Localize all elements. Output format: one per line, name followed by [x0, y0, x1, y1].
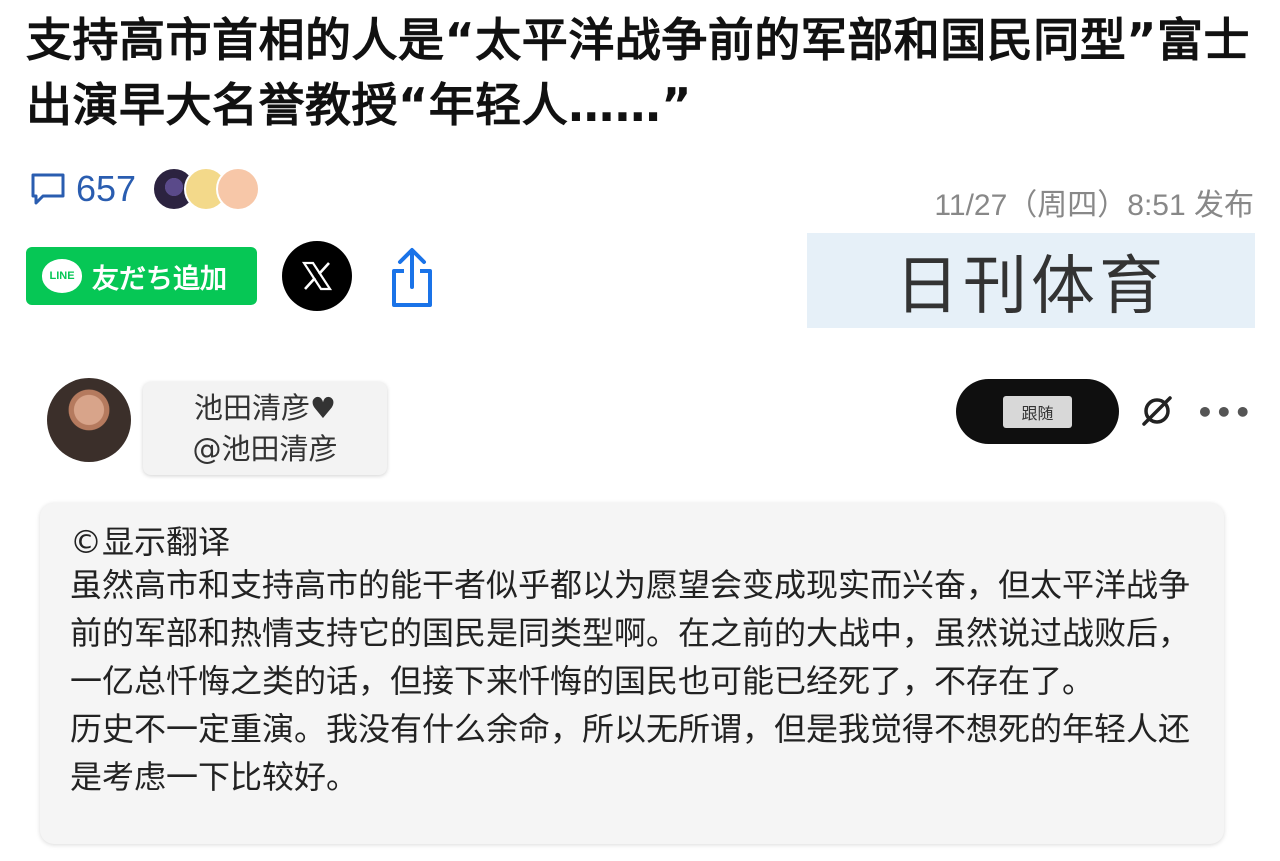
tweet-body: ©显示翻译 虽然高市和支持高市的能干者似乎都以为愿望会变成现实而兴奋，但太平洋战… [40, 503, 1224, 844]
grok-slash-icon[interactable] [1138, 392, 1176, 430]
x-share-button[interactable] [282, 241, 352, 311]
comment-count[interactable]: 657 [76, 168, 136, 210]
line-add-friend-button[interactable]: LINE 友だち追加 [26, 247, 257, 305]
reaction-avatars[interactable] [152, 167, 261, 211]
line-button-label: 友だち追加 [92, 263, 227, 295]
article-meta: 657 [28, 163, 261, 215]
avatar[interactable] [47, 378, 131, 462]
tweet-author[interactable]: 池田清彦♥ @池田清彦 [143, 382, 387, 475]
show-translation-label[interactable]: ©显示翻译 [70, 517, 230, 563]
display-name: 池田清彦♥ [194, 390, 336, 425]
tweet-text: 虽然高市和支持高市的能干者似乎都以为愿望会变成现实而兴奋，但太平洋战争前的军部和… [70, 566, 1191, 796]
reaction-avatar [216, 167, 261, 211]
follow-button-label: 跟随 [1003, 395, 1072, 428]
source-name: 日刊体育 [807, 233, 1255, 328]
article-headline: 支持高市首相的人是“太平洋战争前的军部和国民同型”富士出演早大名誉教授“年轻人…… [26, 13, 1250, 133]
line-logo-icon: LINE [42, 259, 82, 293]
share-icon [392, 248, 432, 307]
share-button[interactable] [386, 247, 438, 309]
follow-button[interactable]: 跟随 [956, 379, 1119, 444]
user-handle: @池田清彦 [192, 431, 338, 466]
publish-timestamp: 11/27（周四）8:51 发布 [934, 189, 1254, 222]
more-icon[interactable]: ••• [1196, 396, 1253, 429]
comment-icon[interactable] [28, 169, 68, 209]
x-logo-icon [301, 261, 333, 291]
